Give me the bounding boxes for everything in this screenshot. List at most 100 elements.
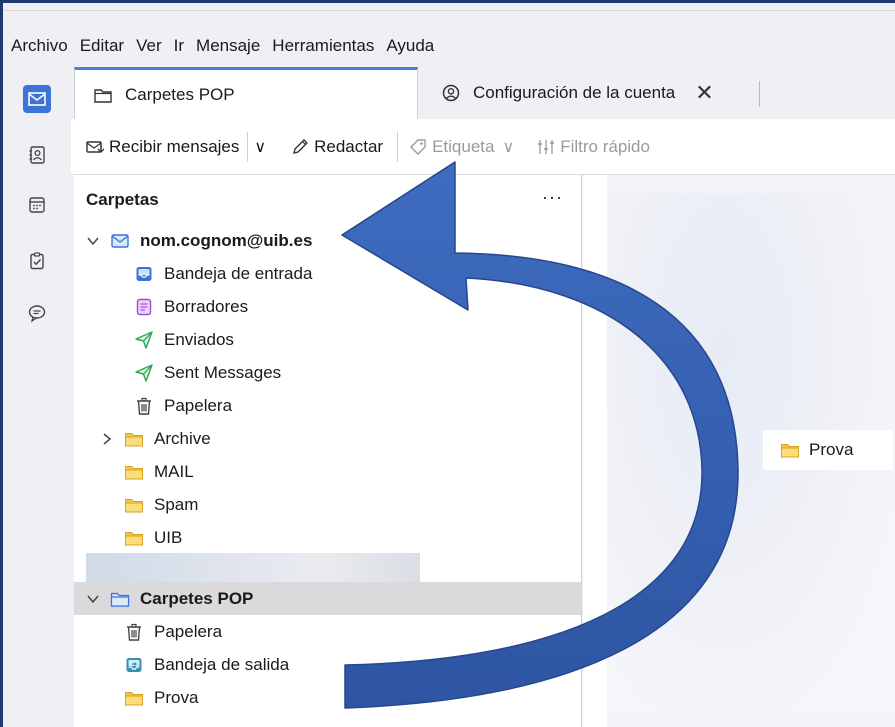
local-folders-row[interactable]: Carpetes POP [74, 582, 582, 615]
menu-archivo[interactable]: Archivo [11, 36, 68, 56]
space-addressbook-button[interactable] [23, 141, 51, 169]
filter-icon [538, 139, 555, 154]
dragged-folder-prova[interactable]: Prova [763, 430, 893, 470]
spaces-toolbar [3, 67, 71, 727]
message-pane: Prova [583, 175, 895, 727]
get-messages-label: Recibir mensajes [109, 136, 240, 156]
folder-row-inbox[interactable]: Bandeja de entrada [74, 257, 582, 290]
trash-icon [137, 397, 151, 415]
menu-ir[interactable]: Ir [174, 36, 184, 56]
mail-icon [28, 92, 46, 106]
chevron-down-icon: ∨ [502, 138, 515, 156]
folder-row-outbox[interactable]: Bandeja de salida [74, 648, 582, 681]
sent-icon [135, 363, 153, 382]
blurred-row [86, 553, 420, 583]
folder-row-local-trash[interactable]: Papelera [74, 615, 582, 648]
folder-icon [781, 444, 799, 458]
space-mail-button[interactable] [23, 85, 51, 113]
app-window: Archivo Editar Ver Ir Mensaje Herramient… [0, 0, 895, 727]
folder-label: Enviados [164, 329, 234, 349]
folder-row-spam[interactable]: Spam [74, 488, 582, 521]
folder-icon [125, 498, 143, 512]
folder-label: Papelera [154, 621, 223, 641]
pane-splitter[interactable] [581, 175, 582, 727]
folder-row-trash[interactable]: Papelera [74, 389, 582, 422]
chevron-down-icon: ∨ [254, 138, 267, 156]
get-messages-icon [86, 140, 105, 153]
chevron-down-icon[interactable] [86, 592, 100, 606]
quick-filter-label: Filtro rápido [560, 136, 650, 156]
space-tasks-button[interactable] [23, 247, 51, 275]
more-options-icon[interactable]: ··· [542, 187, 563, 208]
folder-row-uib[interactable]: UIB [74, 521, 582, 554]
chevron-right-icon[interactable] [100, 432, 114, 446]
window-top-edge [3, 3, 895, 11]
write-button[interactable]: Redactar [290, 137, 383, 157]
space-chat-button[interactable] [23, 299, 51, 327]
folder-label: Borradores [164, 296, 249, 316]
folder-row-archive[interactable]: Archive [74, 422, 582, 455]
tag-label: Etiqueta [432, 136, 495, 156]
pencil-icon [293, 138, 309, 154]
folder-row-sent[interactable]: Enviados [74, 323, 582, 356]
menu-editar[interactable]: Editar [80, 36, 124, 56]
tab-label: Carpetes POP [125, 84, 235, 104]
folder-label: UIB [154, 527, 183, 547]
menu-herramientas[interactable]: Herramientas [272, 36, 374, 56]
mail-toolbar: Recibir mensajes ∨ Redactar Etiqueta ∨ F… [71, 119, 895, 175]
folder-row-sent-messages[interactable]: Sent Messages [74, 356, 582, 389]
quick-filter-button[interactable]: Filtro rápido [536, 137, 650, 157]
folder-label: Prova [154, 687, 199, 707]
folder-icon [94, 88, 112, 103]
account-label: nom.cognom@uib.es [140, 230, 313, 250]
tag-button[interactable]: Etiqueta ∨ [408, 137, 514, 157]
get-messages-dropdown[interactable]: ∨ [254, 137, 266, 157]
tab-separator [759, 81, 760, 107]
message-pane-edge [583, 175, 607, 727]
folder-icon [125, 691, 143, 705]
tag-icon [410, 138, 426, 155]
folder-label: MAIL [154, 461, 194, 481]
trash-icon [127, 623, 141, 641]
tasks-icon [30, 252, 44, 270]
chat-icon [28, 305, 46, 323]
toolbar-separator [247, 131, 249, 162]
account-row[interactable]: nom.cognom@uib.es [74, 224, 582, 257]
menu-ver[interactable]: Ver [136, 36, 162, 56]
tab-carpetes-pop[interactable]: Carpetes POP [74, 67, 418, 119]
menu-ayuda[interactable]: Ayuda [386, 36, 434, 56]
tab-account-settings[interactable]: Configuración de la cuenta ✕ [423, 67, 763, 119]
get-messages-button[interactable]: Recibir mensajes [85, 137, 239, 157]
calendar-icon [29, 197, 45, 213]
toolbar-separator [397, 131, 399, 162]
folder-label: Papelera [164, 395, 233, 415]
chevron-down-icon[interactable] [86, 234, 100, 248]
folder-row-prova[interactable]: Prova [74, 681, 582, 714]
folder-icon [125, 531, 143, 545]
tab-label: Configuración de la cuenta [473, 83, 676, 102]
folder-icon [125, 432, 143, 446]
close-icon[interactable]: ✕ [695, 80, 713, 106]
folder-label: Archive [154, 428, 211, 448]
folder-pane-title: Carpetas [86, 190, 159, 209]
folder-pane-header: Carpetas ··· [74, 175, 582, 225]
local-folders-label: Carpetes POP [140, 588, 254, 608]
folder-icon [125, 465, 143, 479]
local-folder-icon [110, 592, 130, 607]
menu-bar: Archivo Editar Ver Ir Mensaje Herramient… [3, 29, 446, 63]
menu-mensaje[interactable]: Mensaje [196, 36, 260, 56]
folder-row-mail[interactable]: MAIL [74, 455, 582, 488]
space-calendar-button[interactable] [23, 191, 51, 219]
write-label: Redactar [314, 136, 384, 156]
folder-pane: Carpetas ··· nom.cognom@uib.es Bandeja d… [74, 175, 582, 727]
dragged-folder-label: Prova [809, 440, 854, 459]
inbox-icon [136, 266, 152, 281]
address-book-icon [29, 146, 45, 164]
folder-label: Bandeja de salida [154, 654, 290, 674]
drafts-icon [136, 298, 152, 315]
outbox-icon [126, 657, 142, 672]
tab-bar: Carpetes POP Configuración de la cuenta … [71, 67, 895, 119]
folder-row-drafts[interactable]: Borradores [74, 290, 582, 323]
sent-icon [135, 330, 153, 349]
folder-label: Sent Messages [164, 362, 282, 382]
